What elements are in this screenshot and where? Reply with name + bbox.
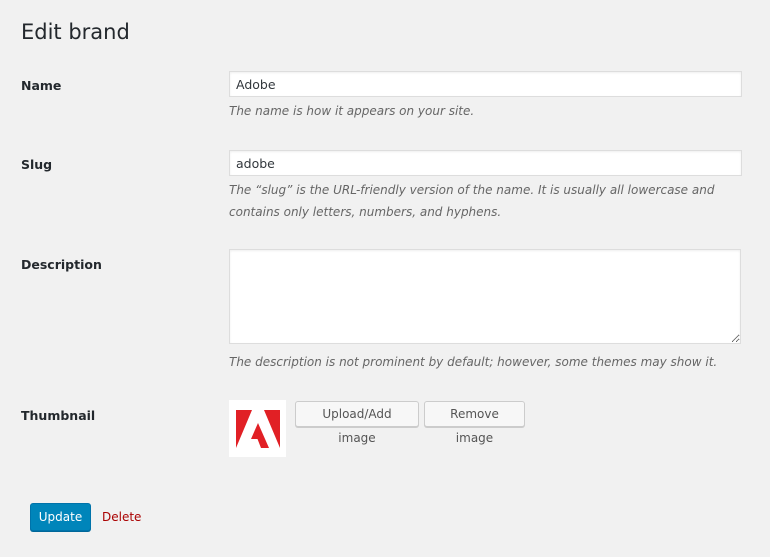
slug-label: Slug: [21, 157, 53, 172]
remove-image-button[interactable]: Remove image: [424, 401, 525, 445]
page-title: Edit brand: [21, 20, 130, 44]
slug-input[interactable]: [229, 150, 742, 176]
description-help: The description is not prominent by defa…: [229, 355, 718, 369]
delete-link[interactable]: Delete: [102, 510, 141, 524]
adobe-logo-icon: [235, 409, 280, 448]
name-input[interactable]: [229, 71, 742, 97]
slug-description: The “slug” is the URL-friendly version o…: [229, 183, 715, 219]
edit-brand-page: Edit brand Name The name is how it appea…: [0, 0, 770, 557]
thumbnail-preview: [229, 400, 286, 457]
upload-image-button[interactable]: Upload/Add image: [295, 401, 419, 445]
name-label: Name: [21, 78, 62, 93]
description-label: Description: [21, 257, 102, 272]
description-textarea[interactable]: [229, 249, 741, 344]
name-description: The name is how it appears on your site.: [229, 104, 475, 118]
update-button[interactable]: Update: [30, 503, 91, 531]
thumbnail-label: Thumbnail: [21, 408, 96, 423]
